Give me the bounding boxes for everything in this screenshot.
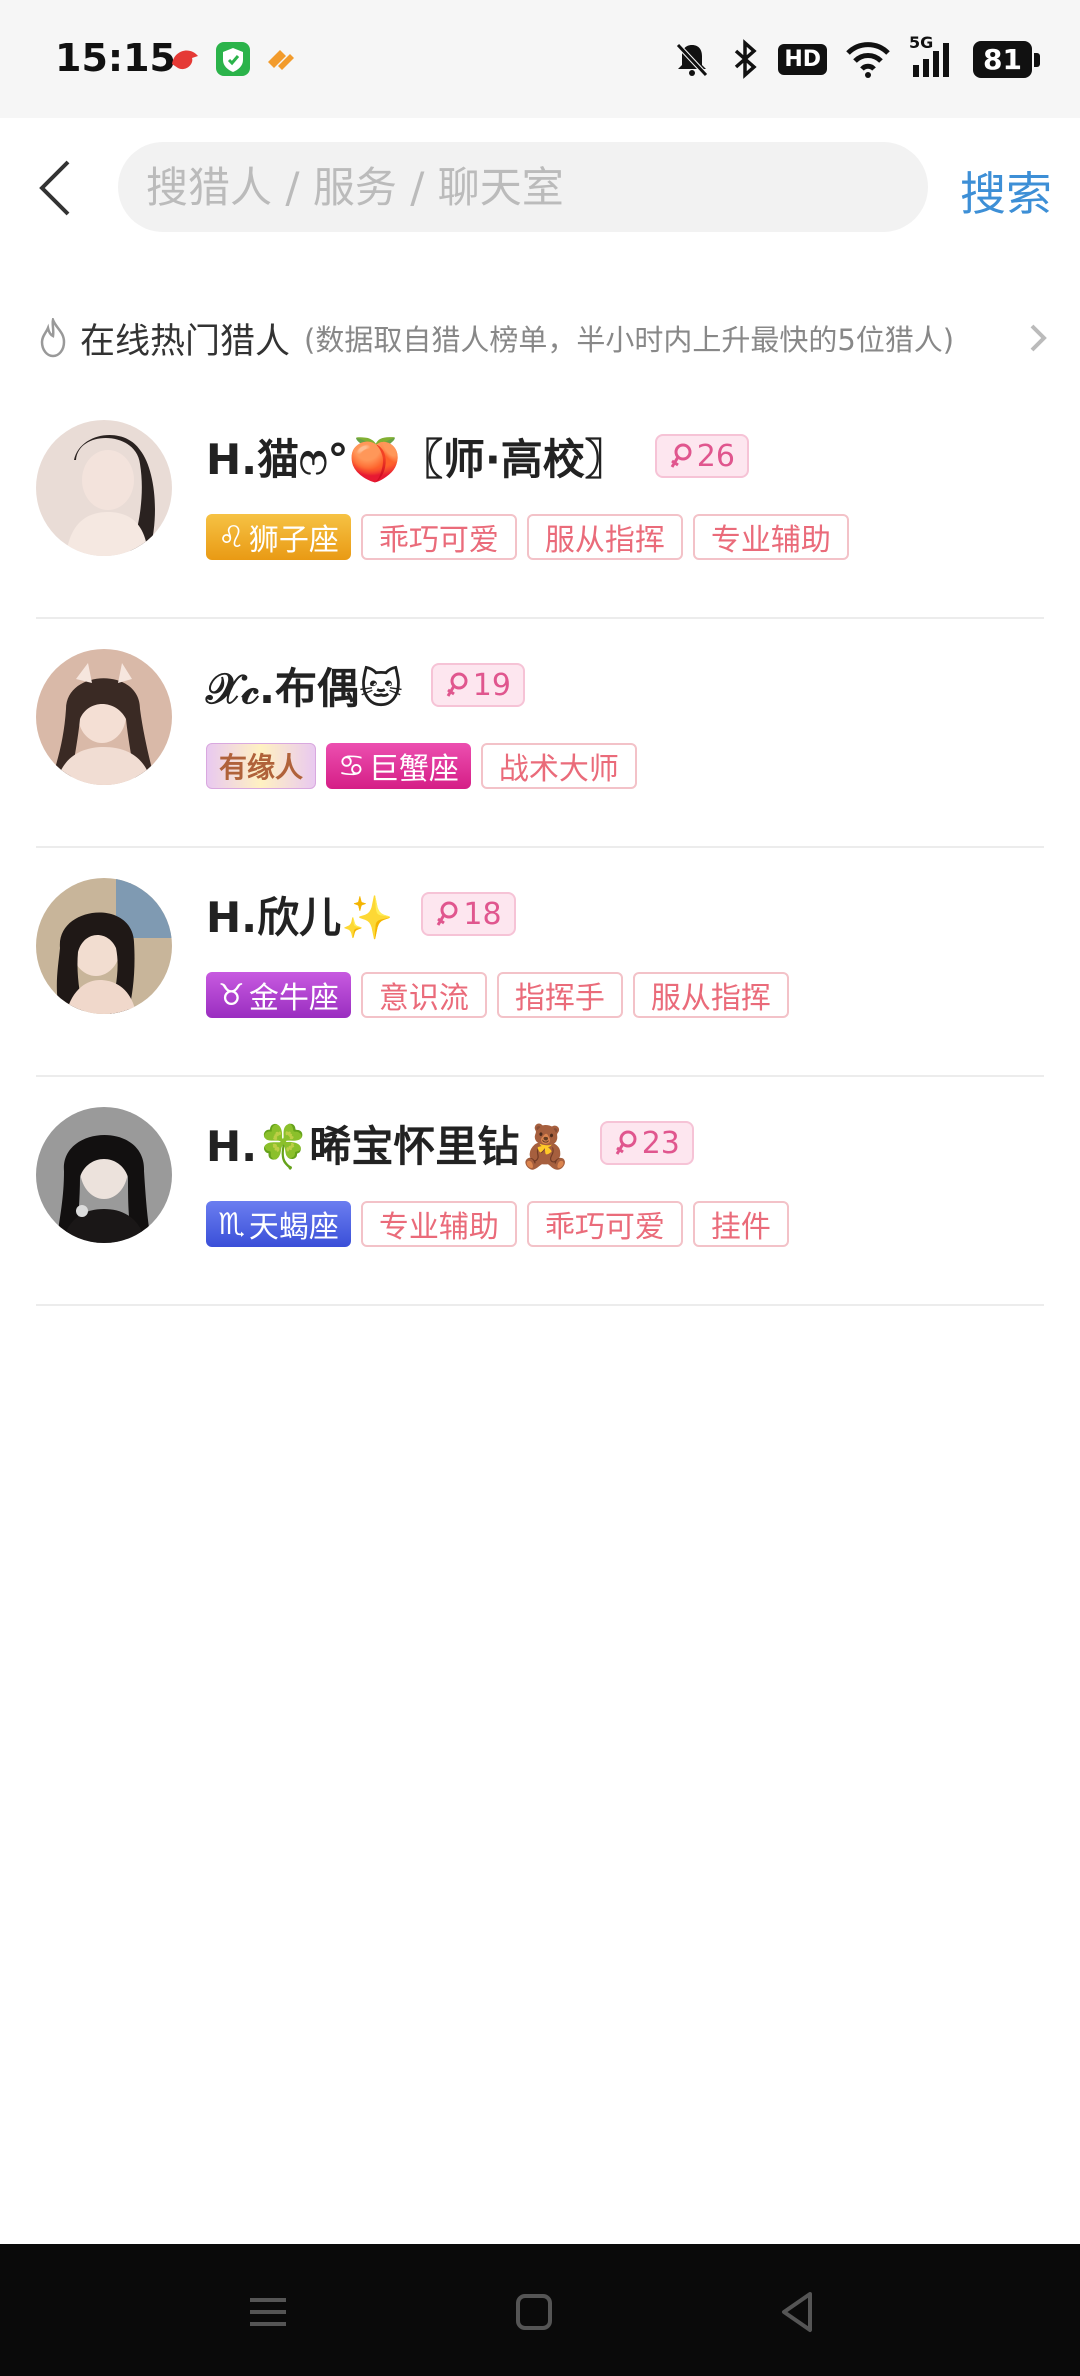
red-bird-app-icon <box>168 42 202 76</box>
shield-app-icon <box>216 42 250 76</box>
hunter-row[interactable]: 𝒳𝒸.布偶🐱 19 有缘人 ♋ 巨蟹座 战术大师 <box>36 619 1044 848</box>
hunter-name: 𝒳𝒸.布偶🐱 <box>206 663 403 713</box>
avatar[interactable] <box>36 649 172 785</box>
hunter-list: H.猫ෆ°🍑〖师·高校〗 26 ♌ 狮子座 乖巧可爱 服从指挥 专业辅助 𝒳𝒸.… <box>36 390 1044 1306</box>
skill-tag: 意识流 <box>360 972 487 1018</box>
avatar[interactable] <box>36 1107 172 1243</box>
skill-tag: 挂件 <box>692 1201 789 1247</box>
zodiac-badge: ♏ 天蝎座 <box>206 1201 351 1247</box>
level-badge: 23 <box>599 1121 694 1165</box>
section-note: (数据取自猎人榜单，半小时内上升最快的5位猎人) <box>304 323 955 357</box>
mute-bell-icon <box>676 43 709 77</box>
bluetooth-icon <box>735 39 757 79</box>
signal-icon: 5G <box>909 33 955 79</box>
home-icon[interactable] <box>506 2284 562 2340</box>
back-button[interactable] <box>32 156 92 220</box>
search-button[interactable]: 搜索 <box>960 158 1052 224</box>
chevron-right-icon <box>1030 324 1047 352</box>
skill-tag: 乖巧可爱 <box>526 1201 683 1247</box>
menu-icon[interactable] <box>240 2284 296 2340</box>
skill-tag: 专业辅助 <box>692 514 849 560</box>
skill-tag: 专业辅助 <box>360 1201 517 1247</box>
section-title: 在线热门猎人 <box>80 321 291 362</box>
back-triangle-icon[interactable] <box>770 2284 826 2340</box>
hd-badge: HD <box>778 43 828 75</box>
search-field[interactable] <box>118 142 928 232</box>
skill-tag: 服从指挥 <box>632 972 789 1018</box>
level-badge: 26 <box>654 434 749 478</box>
skill-tag: 乖巧可爱 <box>360 514 517 560</box>
fate-badge: 有缘人 <box>206 743 317 789</box>
hunter-name: H.🍀晞宝怀里钻🧸 <box>206 1121 572 1171</box>
female-icon <box>446 672 468 697</box>
battery-indicator: 81 <box>973 40 1040 78</box>
status-time: 15:15 <box>55 36 176 80</box>
search-input[interactable] <box>118 142 928 232</box>
system-nav-bar <box>0 2244 1080 2376</box>
hot-hunters-section-header[interactable]: 在线热门猎人 (数据取自猎人榜单，半小时内上升最快的5位猎人) <box>36 310 1056 366</box>
level-badge: 18 <box>421 892 516 936</box>
flame-icon <box>40 318 66 358</box>
zodiac-badge: ♉ 金牛座 <box>206 972 351 1018</box>
hunter-name: H.欣儿✨ <box>206 892 394 942</box>
hunter-row[interactable]: H.🍀晞宝怀里钻🧸 23 ♏ 天蝎座 专业辅助 乖巧可爱 挂件 <box>36 1077 1044 1306</box>
avatar[interactable] <box>36 878 172 1014</box>
skill-tag: 战术大师 <box>480 743 637 789</box>
status-bar: 15:15 HD 5G 81 <box>0 0 1080 118</box>
chevron-left-icon <box>39 160 70 216</box>
zodiac-badge: ♋ 巨蟹座 <box>326 743 471 789</box>
level-badge: 19 <box>430 663 525 707</box>
female-icon <box>437 901 458 926</box>
wifi-icon <box>846 42 890 78</box>
zodiac-badge: ♌ 狮子座 <box>206 514 351 560</box>
female-icon <box>615 1130 637 1155</box>
avatar[interactable] <box>36 420 172 556</box>
hunter-row[interactable]: H.欣儿✨ 18 ♉ 金牛座 意识流 指挥手 服从指挥 <box>36 848 1044 1077</box>
hunter-name: H.猫ෆ°🍑〖师·高校〗 <box>206 434 627 484</box>
skill-tag: 服从指挥 <box>526 514 683 560</box>
hunter-row[interactable]: H.猫ෆ°🍑〖师·高校〗 26 ♌ 狮子座 乖巧可爱 服从指挥 专业辅助 <box>36 390 1044 619</box>
search-header: 搜索 <box>0 118 1080 258</box>
orange-app-icon <box>264 42 298 76</box>
skill-tag: 指挥手 <box>496 972 623 1018</box>
female-icon <box>670 443 692 468</box>
